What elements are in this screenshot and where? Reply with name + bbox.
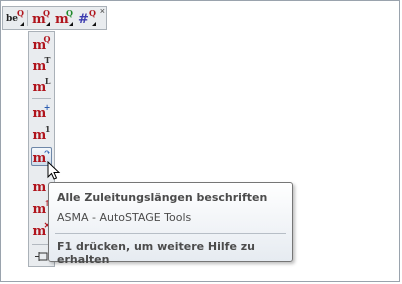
- label-m-q-button[interactable]: m Q: [31, 9, 51, 27]
- label-text-icon: be Q: [6, 8, 24, 26]
- horizontal-toolbar: be Q m Q m Q # Q ×: [2, 6, 107, 30]
- label-m-l-icon: m L: [32, 75, 51, 95]
- window-frame: be Q m Q m Q # Q × m Q m T m L m + m 1 m…: [0, 0, 400, 282]
- tooltip-divider: [55, 233, 286, 234]
- label-m-t-icon: m T: [32, 54, 51, 74]
- vbutton-m-t[interactable]: m T: [31, 55, 52, 74]
- tooltip-title: Alle Zuleitungslängen beschriften: [57, 191, 268, 204]
- vbutton-m-1[interactable]: m 1: [31, 124, 52, 143]
- vbutton-m-l[interactable]: m L: [31, 76, 52, 95]
- label-text-button[interactable]: be Q: [5, 9, 25, 27]
- label-m-1-icon: m 1: [32, 123, 51, 143]
- pin-icon: [34, 251, 47, 261]
- label-m-plus-icon: m +: [32, 101, 51, 121]
- close-icon[interactable]: ×: [100, 6, 105, 16]
- label-m-q-icon: m Q: [32, 33, 51, 53]
- label-m-q-green-button[interactable]: m Q: [54, 9, 74, 27]
- tooltip-subtitle: ASMA - AutoSTAGE Tools: [57, 211, 192, 224]
- label-number-button[interactable]: # Q: [77, 9, 97, 27]
- mouse-cursor-icon: [47, 161, 61, 180]
- label-m-q-green-icon: m Q: [55, 8, 73, 27]
- tooltip: Alle Zuleitungslängen beschriften ASMA -…: [48, 182, 293, 266]
- tooltip-help: F1 drücken, um weitere Hilfe zu erhalten: [57, 240, 255, 266]
- vbutton-m-plus[interactable]: m +: [31, 102, 52, 121]
- label-m-q-icon: m Q: [32, 8, 50, 27]
- label-number-icon: # Q: [78, 8, 96, 27]
- vbutton-m-q[interactable]: m Q: [31, 34, 52, 53]
